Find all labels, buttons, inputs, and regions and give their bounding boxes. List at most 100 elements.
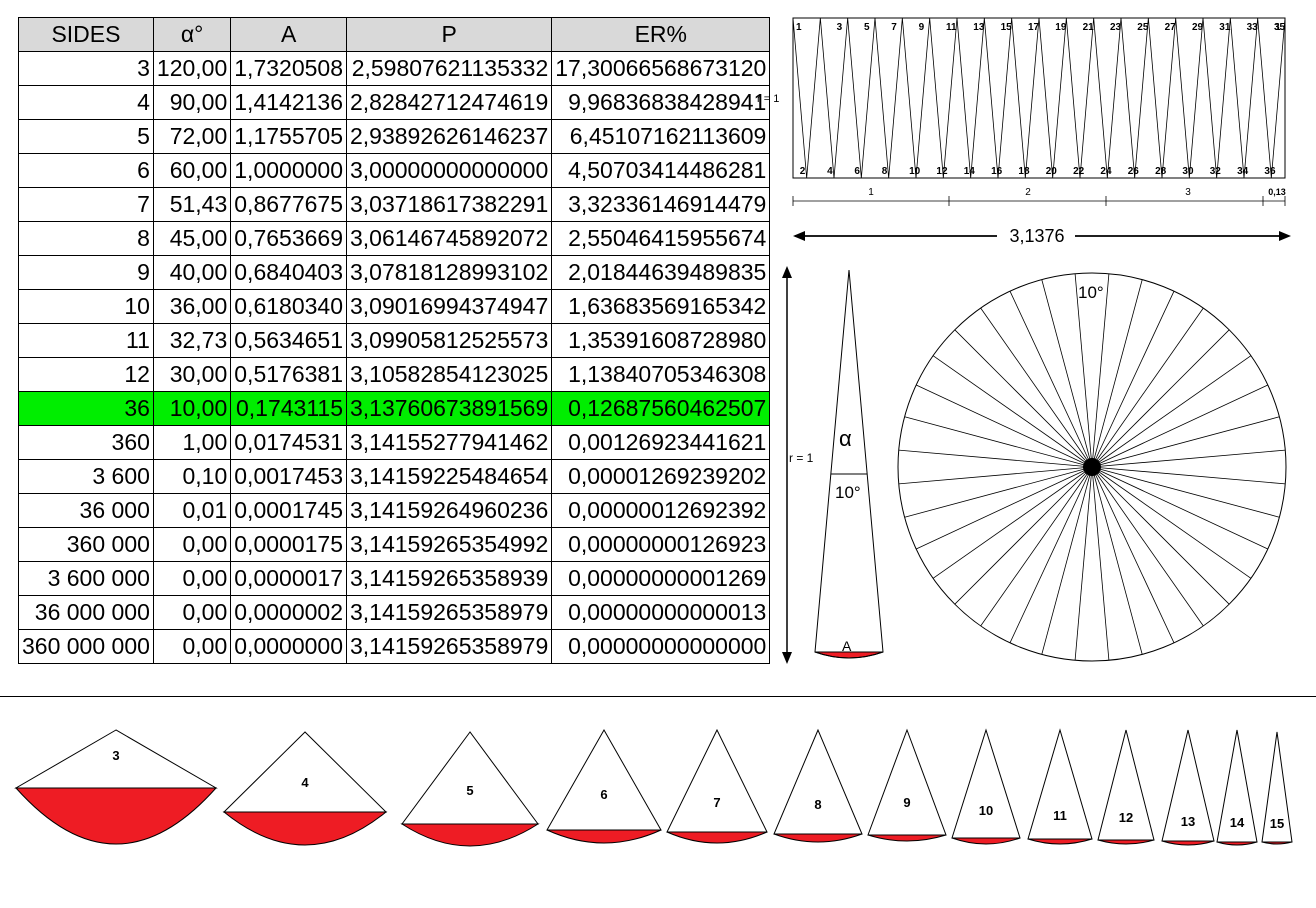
cell-alpha: 45,00 <box>152 221 232 256</box>
cell-sides: 11 <box>18 323 154 358</box>
cell-error: 17,30066568673120 <box>551 51 771 86</box>
cell-sides: 5 <box>18 119 154 154</box>
strip-top-number: 19 <box>1055 22 1067 33</box>
cell-sides: 3 <box>18 51 154 86</box>
segment-fill <box>1097 839 1155 845</box>
cell-alpha: 10,00 <box>152 391 232 426</box>
cell-sides: 7 <box>18 187 154 222</box>
strip-bottom-number: 30 <box>1182 166 1194 177</box>
strip-top-number: 25 <box>1137 22 1149 33</box>
strip-top-number: 1 <box>796 22 802 33</box>
polygon-triangle <box>773 728 863 835</box>
segment-fill <box>951 837 1021 845</box>
strip-bottom-number: 26 <box>1128 166 1140 177</box>
cell-perimeter: 2,93892626146237 <box>345 119 553 154</box>
cell-area: 0,5634651 <box>230 323 347 358</box>
total-length-label: 3,1376 <box>1009 226 1064 246</box>
cell-sides: 12 <box>18 357 154 392</box>
circle-angle-label: 10° <box>1078 283 1104 302</box>
cell-alpha: 90,00 <box>152 85 232 120</box>
cell-alpha: 72,00 <box>152 119 232 154</box>
triangle-label: 3 <box>112 748 119 763</box>
table-row: 36 000 000 0,00 0,0000002 3,14159265358979 0… <box>18 595 771 630</box>
cell-area: 1,0000000 <box>230 153 347 188</box>
cell-area: 0,0000175 <box>230 527 347 562</box>
table-row: 12 30,00 0,5176381 3,10582854123025 1,138407… <box>18 357 771 392</box>
cell-perimeter: 3,14159264960236 <box>345 493 553 528</box>
cell-perimeter: 2,82842712474619 <box>345 85 553 120</box>
cell-perimeter: 3,14159265358979 <box>345 595 553 630</box>
strip-top-number: 33 <box>1247 22 1259 33</box>
table-row: 8 45,00 0,7653669 3,06146745892072 2,5504641… <box>18 221 771 256</box>
table-row: 11 32,73 0,5634651 3,09905812525573 1,353916… <box>18 323 771 358</box>
separator-line <box>0 696 1316 697</box>
cell-perimeter: 3,09905812525573 <box>345 323 553 358</box>
unrolled-strip-diagram: r = 1 1 3 5 7 9 11 13 15 17 19 21 23 25 27 29 31 33 3512 4… <box>757 17 1291 246</box>
radius-arrow-head-bottom <box>782 652 792 664</box>
cell-error: 2,55046415955674 <box>551 221 771 256</box>
cell-perimeter: 3,14159265358979 <box>345 629 553 664</box>
cell-error: 0,00000000000013 <box>551 595 771 630</box>
cell-perimeter: 3,03718617382291 <box>345 187 553 222</box>
cell-area: 0,7653669 <box>230 221 347 256</box>
triangle-label: 7 <box>713 795 720 810</box>
strip-bottom-number: 14 <box>964 166 976 177</box>
cell-area: 0,5176381 <box>230 357 347 392</box>
wedge-angle-label: 10° <box>835 483 861 502</box>
strip-top-number: 27 <box>1165 22 1177 33</box>
cell-area: 0,6180340 <box>230 289 347 324</box>
cell-sides: 10 <box>18 289 154 324</box>
header-sides: SIDES <box>18 17 154 52</box>
strip-top-number: 31 <box>1219 22 1231 33</box>
polygon-triangle <box>951 728 1021 839</box>
cell-area: 0,1743115 <box>230 391 347 426</box>
segment-fill <box>1161 840 1215 846</box>
cell-area: 0,0017453 <box>230 459 347 494</box>
cell-perimeter: 3,09016994374947 <box>345 289 553 324</box>
segment-fill <box>1027 838 1093 845</box>
cell-error: 0,00126923441621 <box>551 425 771 460</box>
cell-error: 9,96836838428941 <box>551 85 771 120</box>
cell-error: 0,00000012692392 <box>551 493 771 528</box>
table-row: 360 000 0,00 0,0000175 3,14159265354992 0,00… <box>18 527 771 562</box>
polygon-segments-row: 3 4 5 6 7 8 9 10 11 12 13 14 15 <box>14 728 1293 847</box>
strip-bottom-number: 32 <box>1210 166 1222 177</box>
strip-top-number: 5 <box>864 22 870 33</box>
cell-sides: 36 000 000 <box>18 595 154 630</box>
wedge-triangle <box>814 269 884 653</box>
cell-alpha: 0,00 <box>152 595 232 630</box>
cell-area: 1,7320508 <box>230 51 347 86</box>
cell-error: 1,13840705346308 <box>551 357 771 392</box>
cell-sides: 9 <box>18 255 154 290</box>
polygon-triangle <box>222 731 388 813</box>
wedge-r-label: r = 1 <box>789 451 814 465</box>
table-row: 3 120,00 1,7320508 2,59807621135332 17,30066… <box>18 51 771 86</box>
triangle-label: 4 <box>301 775 309 790</box>
strip-bottom-number: 20 <box>1046 166 1058 177</box>
cell-alpha: 32,73 <box>152 323 232 358</box>
strip-top-number: 7 <box>891 22 897 33</box>
strip-bottom-number: 10 <box>909 166 921 177</box>
strip-bottom-number: 4 <box>827 166 833 177</box>
cell-perimeter: 2,59807621135332 <box>345 51 553 86</box>
cell-alpha: 0,00 <box>152 629 232 664</box>
cell-area: 1,4142136 <box>230 85 347 120</box>
ruler-label: 3 <box>1185 187 1191 198</box>
strip-frame <box>792 17 1286 179</box>
cell-sides: 360 000 <box>18 527 154 562</box>
header-perimeter: P <box>345 17 553 52</box>
strip-r-label: r = 1 <box>757 93 779 105</box>
table-row: 360 000 000 0,00 0,0000000 3,14159265358979… <box>18 629 771 664</box>
cell-error: 4,50703414486281 <box>551 153 771 188</box>
cell-error: 0,00001269239202 <box>551 459 771 494</box>
segment-fill <box>666 831 768 844</box>
sector-circle: 10° <box>897 272 1287 662</box>
alpha-label: α <box>839 426 852 451</box>
strip-bottom-number: 18 <box>1018 166 1030 177</box>
cell-perimeter: 3,14159225484654 <box>345 459 553 494</box>
strip-top-number: 15 <box>1001 22 1013 33</box>
strip-bottom-number: 34 <box>1237 166 1249 177</box>
polygon-triangle <box>546 728 662 831</box>
table-row: 6 60,00 1,0000000 3,00000000000000 4,5070341… <box>18 153 771 188</box>
strip-bottom-number: 24 <box>1100 166 1112 177</box>
